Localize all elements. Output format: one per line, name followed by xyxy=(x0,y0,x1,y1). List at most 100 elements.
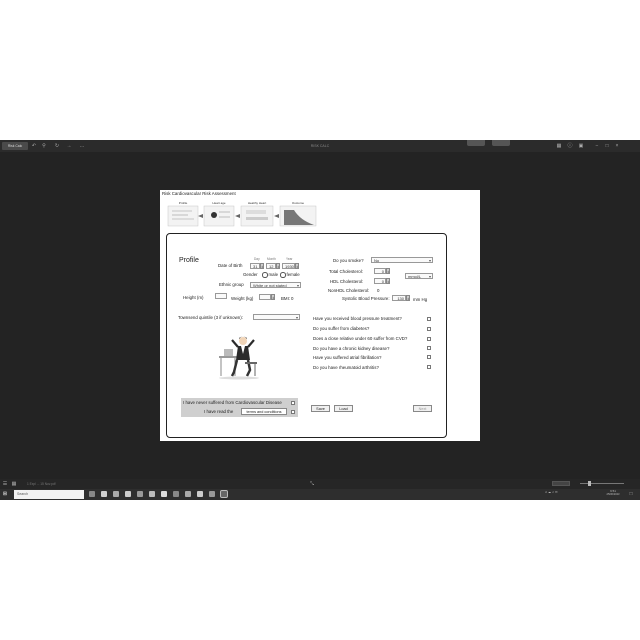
dob-year-stepper[interactable]: ⇕ xyxy=(295,263,299,269)
rotate-icon[interactable]: ↻ xyxy=(54,142,60,150)
back-button[interactable]: Risk Calc xyxy=(2,142,28,150)
banner-step-label: Heart age xyxy=(212,201,226,205)
next-button[interactable]: Next xyxy=(413,405,432,412)
dob-month-input[interactable]: 12 xyxy=(266,263,276,269)
bmi-label: BMI: xyxy=(281,296,291,301)
nonhdl-value: 0 xyxy=(377,288,380,293)
dob-month-stepper[interactable]: ⇕ xyxy=(276,263,280,269)
total-chol-input[interactable]: 0 xyxy=(374,268,386,274)
gender-female-option[interactable]: female xyxy=(280,272,300,278)
dob-year-header: Year xyxy=(286,257,293,261)
zoom-slider-handle[interactable] xyxy=(588,481,591,486)
female-label: female xyxy=(286,272,300,277)
dob-year-input[interactable]: 1930 xyxy=(282,263,295,269)
clock[interactable]: 9:51 25/06/2023 xyxy=(603,489,623,497)
maximize-icon[interactable]: □ xyxy=(604,142,610,150)
hdl-input[interactable]: 0 xyxy=(374,278,386,284)
terms-button[interactable]: terms and conditions xyxy=(241,408,287,415)
sbp-stepper[interactable]: ⇕ xyxy=(406,295,410,301)
total-chol-stepper[interactable]: ⇕ xyxy=(386,268,390,274)
viewer-toolbar: Risk Calc ↶ ⚲ ↻ → … RISK CALC ▦ ⓘ ▣ − □ … xyxy=(0,140,640,152)
zoom-field[interactable] xyxy=(552,481,570,486)
smoke-select[interactable]: No xyxy=(371,257,433,264)
app-icon-6[interactable] xyxy=(161,491,167,497)
notification-icon[interactable]: □ xyxy=(628,490,634,498)
lock-icon[interactable]: ▣ xyxy=(578,142,584,150)
weight-input[interactable] xyxy=(259,294,271,300)
consent-panel: I have never suffered from Cardiovascula… xyxy=(181,398,298,417)
app-icon-7[interactable] xyxy=(173,491,179,497)
gender-male-option[interactable]: male xyxy=(262,272,278,278)
height-label: Height (m) xyxy=(183,295,204,300)
townsend-label: Townsend quintile (3 if unknown): xyxy=(178,315,243,320)
weight-stepper[interactable]: ⇕ xyxy=(271,294,275,300)
load-button[interactable]: Load xyxy=(334,405,353,412)
banner-step-outcome xyxy=(279,205,317,227)
businessman-illustration xyxy=(219,336,259,380)
minimize-icon[interactable]: − xyxy=(594,142,600,150)
menu-icon[interactable]: ☰ xyxy=(2,480,8,488)
taskbar-search[interactable]: Search xyxy=(14,490,84,499)
taskbar: ⊞ Search ∧ ☁ ♫ ✉ 9:51 25/06/2023 □ xyxy=(0,489,640,500)
app-icon-10[interactable] xyxy=(209,491,215,497)
male-label: male xyxy=(268,272,279,277)
terms-checkbox[interactable] xyxy=(291,410,295,414)
app-icon-3[interactable] xyxy=(125,491,131,497)
status-bar: ☰ ▦ 1 Expl ... 15 Nov.pdf ⤡ xyxy=(0,479,640,489)
grid-icon[interactable]: ▦ xyxy=(556,142,562,150)
dob-label: Date of Birth xyxy=(218,263,243,268)
app-icon-9[interactable] xyxy=(197,491,203,497)
list-icon[interactable]: ▦ xyxy=(11,480,17,488)
question-bp-treatment: Have you received blood pressure treatme… xyxy=(313,316,402,321)
total-chol-label: Total Cholesterol: xyxy=(329,269,363,274)
app-icon-5[interactable] xyxy=(149,491,155,497)
relative-cvd-checkbox[interactable] xyxy=(427,337,431,341)
never-cvd-label: I have never suffered from Cardiovascula… xyxy=(183,400,282,405)
app-icon-4[interactable] xyxy=(137,491,143,497)
never-cvd-checkbox[interactable] xyxy=(291,401,295,405)
info-icon[interactable]: ⓘ xyxy=(567,142,573,150)
more-icon[interactable]: … xyxy=(79,142,85,150)
bmi-value: 0 xyxy=(291,296,294,301)
ra-checkbox[interactable] xyxy=(427,365,431,369)
male-radio[interactable] xyxy=(262,272,268,278)
sbp-input[interactable]: 130 xyxy=(392,295,406,301)
task-view-icon[interactable] xyxy=(89,491,95,497)
chol-unit-select[interactable]: mmol/L xyxy=(405,273,433,280)
undo-icon[interactable]: ↶ xyxy=(31,142,37,150)
ethnic-label: Ethnic group xyxy=(219,282,244,287)
bp-treatment-checkbox[interactable] xyxy=(427,317,431,321)
question-relative-cvd: Does a close relative under 60 suffer fr… xyxy=(313,336,408,341)
smoke-label: Do you smoke? xyxy=(333,258,364,263)
close-icon[interactable]: × xyxy=(614,142,620,150)
forward-icon[interactable]: → xyxy=(66,142,72,150)
window-tab-1[interactable] xyxy=(467,140,485,146)
sbp-label: Systolic Blood Pressure: xyxy=(342,296,390,301)
windows-start-icon[interactable]: ⊞ xyxy=(2,490,8,498)
app-icon-2[interactable] xyxy=(113,491,119,497)
zoom-icon[interactable]: ⚲ xyxy=(41,142,47,150)
window-tab-2[interactable] xyxy=(492,140,510,146)
female-radio[interactable] xyxy=(280,272,286,278)
dob-day-input[interactable]: 31 xyxy=(250,263,260,269)
kidney-checkbox[interactable] xyxy=(427,346,431,350)
height-input[interactable] xyxy=(215,293,227,299)
tray-icons: ∧ ☁ ♫ ✉ xyxy=(545,490,558,494)
gender-label: Gender xyxy=(243,272,258,277)
hdl-stepper[interactable]: ⇕ xyxy=(386,278,390,284)
diabetes-checkbox[interactable] xyxy=(427,327,431,331)
save-button[interactable]: Save xyxy=(311,405,330,412)
weight-label: Weight (kg) xyxy=(231,296,254,301)
fullscreen-icon[interactable]: ⤡ xyxy=(309,480,315,488)
af-checkbox[interactable] xyxy=(427,355,431,359)
app-icon-8[interactable] xyxy=(185,491,191,497)
dob-day-stepper[interactable]: ⇕ xyxy=(260,263,264,269)
app-icon-1[interactable] xyxy=(101,491,107,497)
banner-step-profile xyxy=(167,205,199,227)
townsend-select[interactable] xyxy=(253,314,300,321)
zoom-slider[interactable] xyxy=(580,483,624,484)
desktop-screen: Risk Calc ↶ ⚲ ↻ → … RISK CALC ▦ ⓘ ▣ − □ … xyxy=(0,140,640,500)
question-ra: Do you have rheumatoid arthritis? xyxy=(313,365,379,370)
ethnic-select[interactable]: White or not stated xyxy=(250,282,301,289)
app-icon-active[interactable] xyxy=(220,490,228,498)
